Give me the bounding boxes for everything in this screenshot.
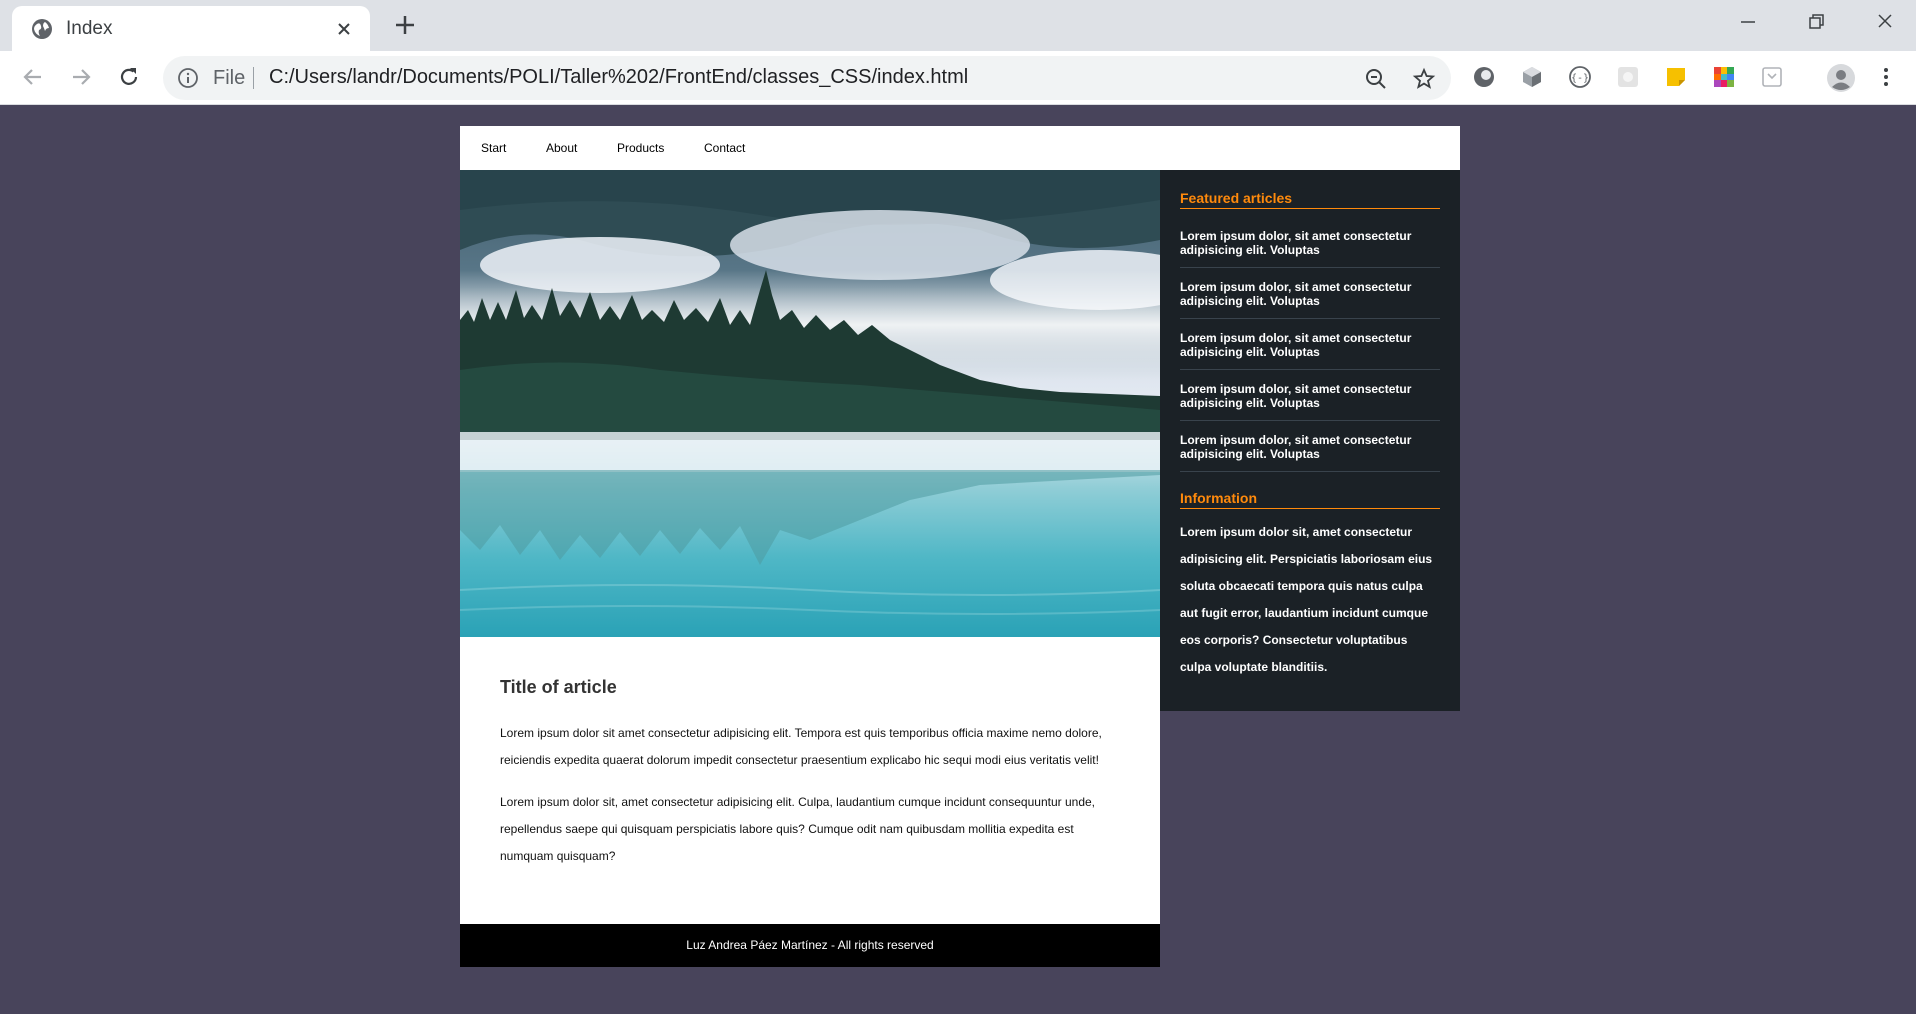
information-heading: Information xyxy=(1180,490,1440,509)
extension-braces-icon[interactable]: {-} xyxy=(1568,65,1592,89)
address-url[interactable]: C:/Users/landr/Documents/POLI/Taller%202… xyxy=(269,66,968,89)
back-arrow-icon[interactable] xyxy=(20,64,46,90)
information-text: Lorem ipsum dolor sit, amet consectetur … xyxy=(1180,525,1433,674)
featured-article-link[interactable]: Lorem ipsum dolor, sit amet consectetur … xyxy=(1180,209,1440,268)
site-footer: Luz Andrea Páez Martínez - All rights re… xyxy=(460,924,1160,967)
browser-tab[interactable]: Index xyxy=(12,6,370,51)
nav-link-products[interactable]: Products xyxy=(617,141,664,155)
info-icon[interactable] xyxy=(177,67,199,89)
featured-article-link[interactable]: Lorem ipsum dolor, sit amet consectetur … xyxy=(1180,319,1440,370)
hero-lake-image xyxy=(460,170,1160,637)
profile-avatar-icon[interactable] xyxy=(1826,63,1856,93)
sidebar: Featured articles Lorem ipsum dolor, sit… xyxy=(1160,170,1460,711)
svg-text:{-}: {-} xyxy=(1571,73,1589,84)
address-bar[interactable]: File C:/Users/landr/Documents/POLI/Talle… xyxy=(163,56,1451,100)
article-paragraph: Lorem ipsum dolor sit amet consectetur a… xyxy=(500,726,1102,767)
extension-pocket-icon[interactable] xyxy=(1760,65,1784,89)
featured-article-link[interactable]: Lorem ipsum dolor, sit amet consectetur … xyxy=(1180,370,1440,421)
restore-icon[interactable] xyxy=(1801,10,1831,34)
extension-cube-icon[interactable] xyxy=(1520,65,1544,89)
globe-icon xyxy=(32,19,52,39)
browser-toolbar: File C:/Users/landr/Documents/POLI/Talle… xyxy=(0,51,1916,105)
article-title: Title of article xyxy=(500,677,617,697)
close-tab-icon[interactable] xyxy=(334,19,354,39)
forward-arrow-icon[interactable] xyxy=(68,64,94,90)
minimize-icon[interactable] xyxy=(1733,10,1763,34)
star-icon[interactable] xyxy=(1412,67,1436,91)
menu-dots-icon[interactable] xyxy=(1874,65,1898,89)
zoom-icon[interactable] xyxy=(1364,67,1388,91)
browser-tabstrip: Index xyxy=(0,0,1916,51)
address-scheme: File xyxy=(213,67,246,89)
extension-gray-icon[interactable] xyxy=(1616,65,1640,89)
featured-article-link[interactable]: Lorem ipsum dolor, sit amet consectetur … xyxy=(1180,421,1440,472)
featured-article-link[interactable]: Lorem ipsum dolor, sit amet consectetur … xyxy=(1180,268,1440,319)
reload-icon[interactable] xyxy=(116,64,142,90)
extension-color-grid-icon[interactable] xyxy=(1712,65,1736,89)
featured-articles-heading: Featured articles xyxy=(1180,190,1440,209)
article: Title of article Lorem ipsum dolor sit a… xyxy=(460,637,1160,924)
address-separator xyxy=(253,67,254,89)
tab-title: Index xyxy=(66,18,113,39)
close-window-icon[interactable] xyxy=(1870,10,1900,34)
nav-link-about[interactable]: About xyxy=(546,141,577,155)
article-paragraph: Lorem ipsum dolor sit, amet consectetur … xyxy=(500,795,1095,863)
extension-circle-icon[interactable] xyxy=(1472,65,1496,89)
nav-link-contact[interactable]: Contact xyxy=(704,141,745,155)
nav-link-start[interactable]: Start xyxy=(481,141,506,155)
new-tab-icon[interactable] xyxy=(392,12,418,38)
extension-sticky-note-icon[interactable] xyxy=(1664,65,1688,89)
site-navigation: Start About Products Contact xyxy=(460,126,1460,170)
